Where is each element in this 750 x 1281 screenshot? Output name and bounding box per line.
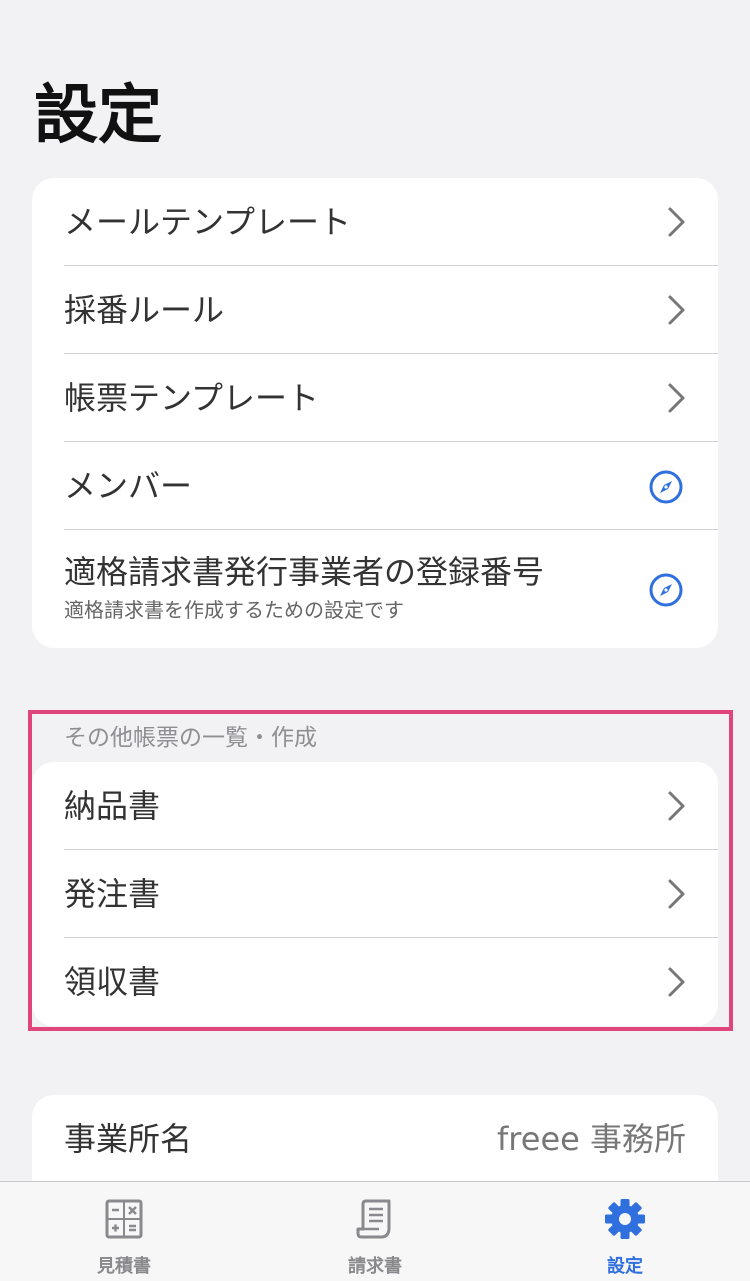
receipt-icon: [356, 1199, 391, 1239]
row-receipt[interactable]: 領収書: [64, 938, 718, 1026]
row-label: 発注書: [64, 875, 161, 913]
gear-icon: [605, 1199, 645, 1239]
chevron-right-icon: [668, 791, 685, 821]
chevron-right-icon: [668, 879, 685, 909]
row-label: 適格請求書発行事業者の登録番号: [64, 553, 545, 591]
chevron-right-icon: [668, 295, 685, 325]
tab-label: 設定: [607, 1256, 643, 1277]
row-document-template[interactable]: 帳票テンプレート: [64, 354, 718, 442]
tab-settings[interactable]: 設定: [535, 1182, 715, 1281]
chevron-right-icon: [668, 383, 685, 413]
tab-label: 見積書: [97, 1256, 151, 1277]
compass-icon: [649, 470, 683, 504]
section-header-other-docs: その他帳票の一覧・作成: [64, 725, 317, 751]
row-label: 領収書: [64, 963, 161, 1001]
row-members[interactable]: メンバー: [64, 442, 718, 530]
office-name-value: freee 事務所: [497, 1120, 686, 1158]
tab-estimates[interactable]: 見積書: [34, 1182, 214, 1281]
compass-icon: [649, 573, 683, 607]
row-office-name[interactable]: 事業所名 freee 事務所: [32, 1095, 718, 1183]
row-purchase-order[interactable]: 発注書: [64, 850, 718, 938]
calculator-icon: [105, 1199, 143, 1239]
row-label: 事業所名: [64, 1120, 193, 1158]
tab-label: 請求書: [348, 1256, 402, 1277]
settings-card: メールテンプレート 採番ルール 帳票テンプレート メンバー 適格請求書発行事業者…: [32, 178, 718, 648]
row-label: 帳票テンプレート: [64, 379, 320, 417]
chevron-right-icon: [668, 967, 685, 997]
tab-invoices[interactable]: 請求書: [285, 1182, 465, 1281]
row-delivery-note[interactable]: 納品書: [64, 762, 718, 850]
row-label: メンバー: [64, 467, 193, 505]
row-label: 納品書: [64, 787, 161, 825]
page-title: 設定: [34, 79, 162, 153]
row-numbering-rule[interactable]: 採番ルール: [64, 266, 718, 354]
row-mail-template[interactable]: メールテンプレート: [64, 178, 718, 266]
row-label: メールテンプレート: [64, 203, 352, 241]
row-invoice-registration[interactable]: 適格請求書発行事業者の登録番号 適格請求書を作成するための設定です: [64, 530, 718, 648]
row-sublabel: 適格請求書を作成するための設定です: [64, 598, 404, 622]
chevron-right-icon: [668, 207, 685, 237]
other-docs-card: 納品書 発注書 領収書: [32, 762, 718, 1026]
tab-bar: 見積書 請求書 設定: [0, 1181, 750, 1281]
row-label: 採番ルール: [64, 291, 225, 329]
